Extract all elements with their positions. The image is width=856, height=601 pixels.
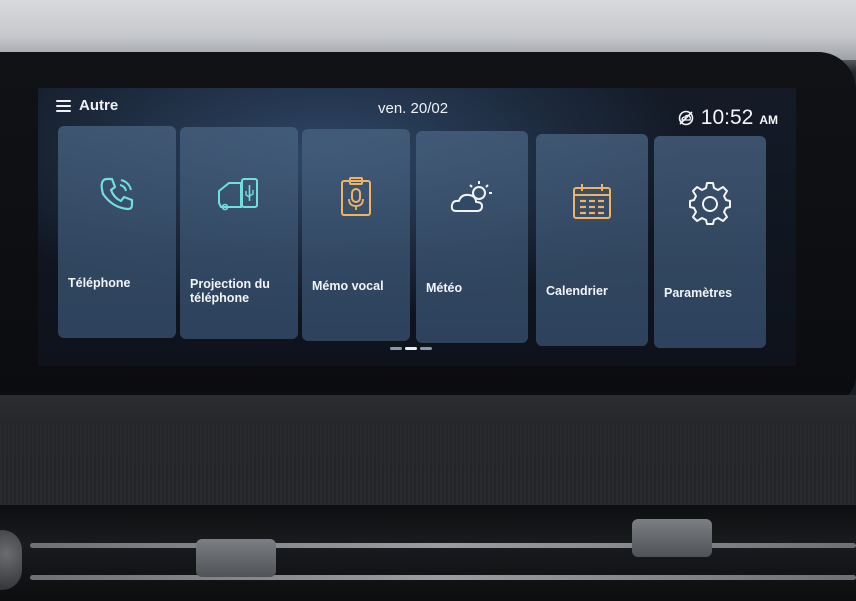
date-display: ven. 20/02 <box>378 100 449 117</box>
page-dot-active[interactable] <box>405 347 417 350</box>
connectivity-icon <box>678 110 694 126</box>
page-dot[interactable] <box>420 347 432 350</box>
phone-projection-icon <box>218 178 258 211</box>
calendar-icon <box>573 184 611 219</box>
vent-slat <box>30 543 856 548</box>
tile-label: Paramètres <box>664 286 733 300</box>
status-bar: Autre ven. 20/02 10:52 AM <box>38 88 796 129</box>
ampm-display: AM <box>759 113 778 127</box>
menu-label: Autre <box>79 97 119 114</box>
app-grid: Téléphone Projection du téléphone Mémo v <box>58 126 770 348</box>
tile-voice-memo[interactable]: Mémo vocal <box>302 129 410 341</box>
menu-button[interactable]: Autre <box>56 97 118 114</box>
hamburger-icon <box>56 99 71 112</box>
vent-adjuster <box>196 539 276 577</box>
vent-slat <box>30 575 856 580</box>
tile-settings[interactable]: Paramètres <box>654 136 766 348</box>
tile-label: Mémo vocal <box>312 279 384 293</box>
page-dot[interactable] <box>390 347 402 350</box>
weather-icon <box>450 181 492 212</box>
tile-label: Météo <box>426 281 463 295</box>
voice-memo-icon <box>341 177 371 216</box>
dashboard-top <box>0 0 856 60</box>
tile-label: Téléphone <box>68 276 131 290</box>
vent-adjuster <box>632 519 712 557</box>
air-vent <box>0 505 856 601</box>
control-knob <box>0 530 22 590</box>
tile-telephone[interactable]: Téléphone <box>58 126 176 338</box>
tile-phone-projection[interactable]: Projection du téléphone <box>180 127 298 339</box>
tile-calendar[interactable]: Calendrier <box>536 134 648 346</box>
tile-weather[interactable]: Météo <box>416 131 528 343</box>
tile-label: Calendrier <box>546 284 608 298</box>
dashboard-fabric <box>0 425 856 510</box>
infotainment-screen: Autre ven. 20/02 10:52 AM Téléphone Proj… <box>38 88 796 366</box>
tile-label: Projection du téléphone <box>190 277 270 305</box>
gear-icon <box>689 182 731 225</box>
page-indicator <box>390 347 432 350</box>
phone-icon <box>100 177 134 211</box>
